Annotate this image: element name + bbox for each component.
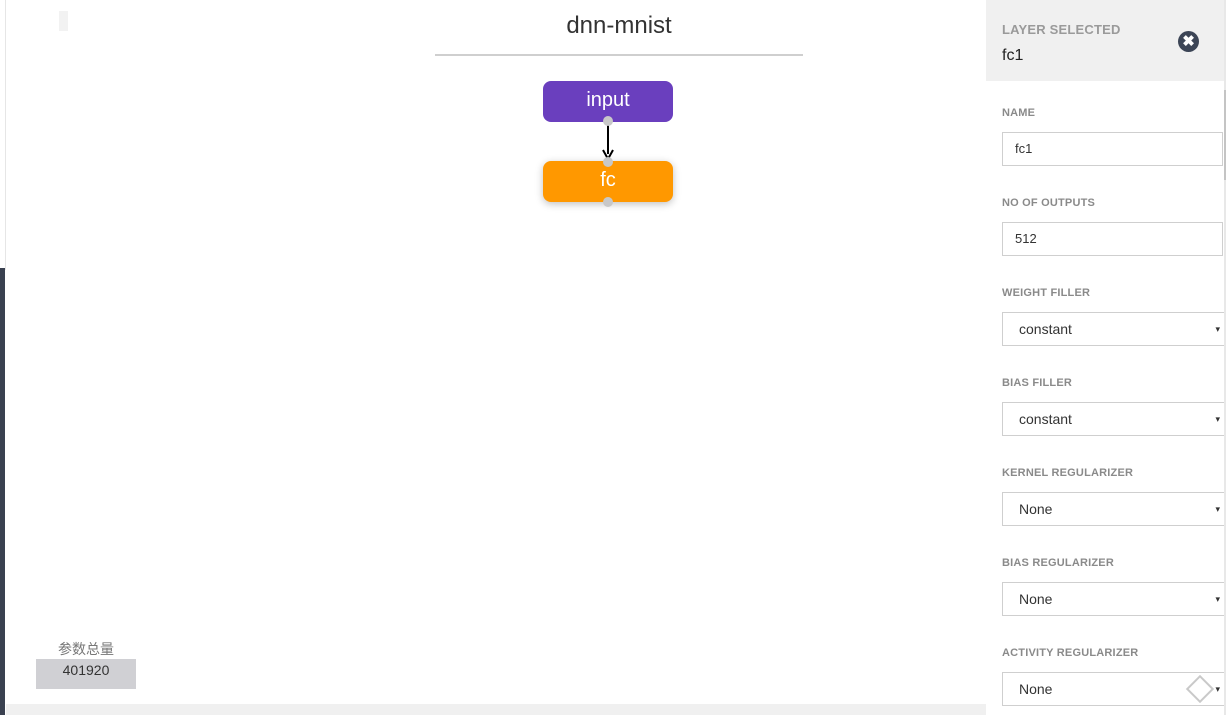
- bias-filler-value: constant: [1019, 411, 1072, 427]
- params-total-value: 401920: [36, 659, 136, 689]
- weight-filler-label: WEIGHT FILLER: [1002, 287, 1091, 299]
- activity-regularizer-label: ACTIVITY REGULARIZER: [1002, 647, 1139, 659]
- name-input[interactable]: fc1: [1002, 132, 1223, 166]
- output-port-input[interactable]: [603, 116, 613, 126]
- layer-selected-name: fc1: [1002, 47, 1024, 64]
- weight-filler-select[interactable]: constant ▾: [1002, 312, 1226, 346]
- layer-properties-panel: LAYER SELECTED fc1 ✖ NAME fc1 NO OF OUTP…: [986, 0, 1226, 715]
- panel-header: LAYER SELECTED fc1 ✖: [986, 0, 1226, 81]
- weight-filler-value: constant: [1019, 321, 1072, 337]
- name-label: NAME: [1002, 107, 1036, 119]
- kernel-regularizer-label: KERNEL REGULARIZER: [1002, 467, 1134, 479]
- kernel-regularizer-select[interactable]: None ▾: [1002, 492, 1226, 526]
- chevron-down-icon: ▾: [1215, 684, 1220, 694]
- bias-filler-label: BIAS FILLER: [1002, 377, 1073, 389]
- chevron-down-icon: ▾: [1215, 324, 1220, 334]
- panel-body: NAME fc1 NO OF OUTPUTS 512 WEIGHT FILLER…: [986, 81, 1226, 715]
- bias-regularizer-value: None: [1019, 591, 1053, 607]
- output-port-fc[interactable]: [603, 197, 613, 207]
- kernel-regularizer-value: None: [1019, 501, 1053, 517]
- input-port-fc[interactable]: [603, 157, 613, 167]
- chevron-down-icon: ▾: [1215, 504, 1220, 514]
- close-icon[interactable]: ✖: [1178, 31, 1199, 52]
- params-total-label: 参数总量: [58, 641, 114, 657]
- bias-filler-select[interactable]: constant ▾: [1002, 402, 1226, 436]
- outputs-input[interactable]: 512: [1002, 222, 1223, 256]
- activity-regularizer-value: None: [1019, 681, 1053, 697]
- layer-node-fc[interactable]: fc: [543, 161, 673, 202]
- bias-regularizer-label: BIAS REGULARIZER: [1002, 557, 1114, 569]
- bias-regularizer-select[interactable]: None ▾: [1002, 582, 1226, 616]
- outputs-label: NO OF OUTPUTS: [1002, 197, 1096, 209]
- chevron-down-icon: ▾: [1215, 594, 1220, 604]
- chevron-down-icon: ▾: [1215, 414, 1220, 424]
- layer-selected-label: LAYER SELECTED: [1002, 22, 1121, 37]
